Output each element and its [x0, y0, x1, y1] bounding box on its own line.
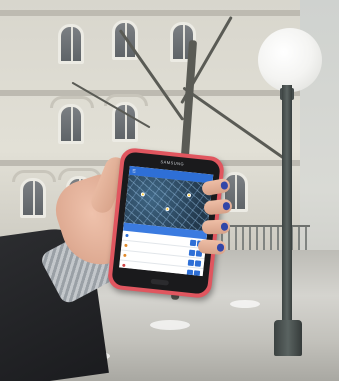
phone-screen: ☰ [119, 165, 214, 277]
hand-finger [197, 239, 227, 255]
snow-patch [230, 300, 260, 308]
fingernail [222, 201, 231, 211]
row-action-icon [193, 269, 201, 277]
row-action-icon [186, 268, 194, 276]
map-pin [165, 206, 170, 212]
street-lamp-base [274, 320, 302, 356]
row-dot-icon [124, 243, 128, 248]
row-dot-icon [123, 253, 127, 258]
row-action-icon [187, 259, 195, 266]
fingernail [220, 180, 229, 191]
hand-finger [201, 219, 231, 235]
building-window [20, 178, 46, 218]
photo-scene: SAMSUNG ☰ [0, 0, 339, 381]
row-action-icon [189, 239, 197, 246]
building-window [58, 24, 84, 64]
row-dot-icon [125, 233, 129, 238]
snow-patch [150, 320, 190, 330]
fingernail [220, 222, 229, 231]
cornice [0, 10, 300, 16]
row-label [128, 266, 186, 272]
row-label [129, 256, 187, 262]
street-lamp-globe [258, 28, 322, 92]
street-lamp-pole [282, 85, 292, 335]
phone-home-button [150, 278, 169, 286]
row-label [131, 236, 189, 242]
fingernail [216, 243, 225, 252]
cornice [0, 90, 300, 96]
menu-icon: ☰ [132, 168, 137, 174]
building-window [58, 104, 84, 144]
app-list [119, 222, 208, 277]
row-label [130, 246, 188, 252]
map-pin [140, 192, 146, 197]
map-pin [186, 193, 192, 198]
app-map [123, 174, 213, 232]
row-action-icon [188, 249, 196, 256]
row-dot-icon [122, 263, 126, 267]
row-action-icon [194, 259, 202, 267]
